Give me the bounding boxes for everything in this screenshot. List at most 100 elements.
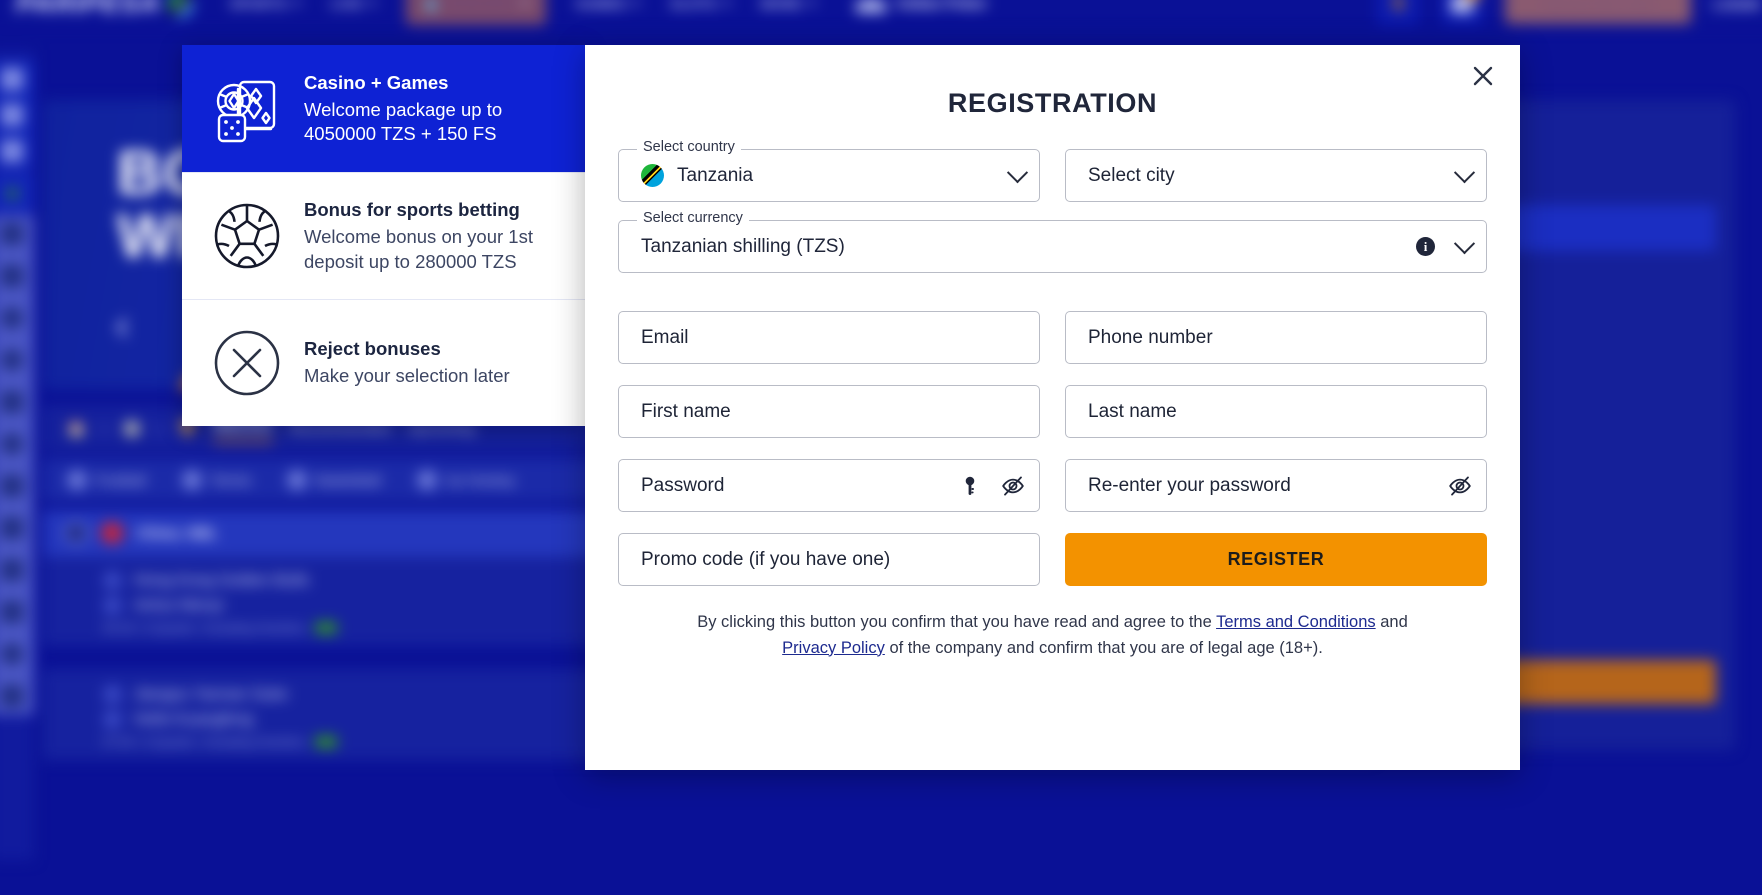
header-registration-button[interactable]: REGISTRATION: [1505, 0, 1692, 24]
last-name-field[interactable]: Last name: [1065, 385, 1487, 438]
banner-prev-arrow[interactable]: ‹: [115, 300, 130, 350]
gift-button[interactable]: 3: [1441, 0, 1484, 25]
eye-off-icon[interactable]: [1001, 475, 1025, 497]
brand-logo[interactable]: PARIPESA: [16, 0, 195, 19]
last-name-placeholder: Last name: [1088, 400, 1177, 422]
password-trailing: [961, 475, 1025, 497]
volleyball-rail-icon[interactable]: [1, 433, 23, 455]
info-icon[interactable]: i: [1416, 237, 1435, 256]
team-logo-icon: [103, 596, 122, 615]
city-select[interactable]: Select city: [1065, 149, 1487, 202]
chevron-down-icon[interactable]: [1453, 233, 1476, 255]
country-trailing: [1006, 162, 1029, 184]
basketball-rail-icon[interactable]: [1, 307, 23, 329]
chevron-down-icon[interactable]: [1453, 162, 1476, 184]
bonus-card-description: Welcome package up to 4050000 TZS + 150 …: [304, 98, 503, 145]
left-icon-rail[interactable]: [0, 50, 34, 860]
terms-and-conditions-link[interactable]: Terms and Conditions: [1216, 613, 1376, 631]
eye-off-icon[interactable]: [1448, 475, 1472, 497]
password-field-wrapper: Password: [618, 459, 1040, 512]
table-tennis-rail-icon[interactable]: [1, 475, 23, 497]
country-label: Select country: [637, 140, 741, 155]
breadcrumb-sport-icon[interactable]: ⚽: [123, 420, 142, 438]
ice-hockey-rail-icon[interactable]: [1, 391, 23, 413]
currency-button[interactable]: $: [1377, 0, 1420, 25]
bonus-card-title: Bonus for sports betting: [304, 199, 520, 221]
promo-code-placeholder: Promo code (if you have one): [641, 548, 891, 570]
phone-placeholder: Phone number: [1088, 326, 1213, 348]
promo-field-wrapper: Promo code (if you have one): [618, 533, 1040, 586]
live-dot-icon: [7, 188, 17, 198]
first-name-field[interactable]: First name: [618, 385, 1040, 438]
currency-select[interactable]: Select currency Tanzanian shilling (TZS)…: [618, 211, 1487, 273]
key-icon[interactable]: [961, 476, 979, 496]
bonus-card-body: Bonus for sports betting Welcome bonus o…: [304, 198, 560, 274]
nav-item-bonuses[interactable]: 💧 BONUSES: [406, 0, 546, 25]
country-select[interactable]: Select country Tanzania: [618, 140, 1040, 202]
sport-filter-ice-hockey[interactable]: Ice Hockey: [416, 470, 515, 490]
home-icon[interactable]: 🏠: [67, 420, 86, 438]
password-field[interactable]: Password: [618, 459, 1040, 512]
live-score-badge: [314, 622, 337, 634]
country-value: Tanzania: [641, 164, 753, 187]
nav-item-live[interactable]: LIVE: [331, 0, 377, 11]
promo-code-field[interactable]: Promo code (if you have one): [618, 533, 1040, 586]
repeat-password-field[interactable]: Re-enter your password: [1065, 459, 1487, 512]
chevron-down-icon: [722, 1, 731, 6]
bonus-card-sports-betting[interactable]: Bonus for sports betting Welcome bonus o…: [182, 172, 586, 299]
main-nav[interactable]: SPORTS LIVE 💧 BONUSES GAMES SLOTS MORE: [230, 0, 817, 25]
nav-item-slots[interactable]: SLOTS: [670, 0, 731, 11]
chevron-down-icon: [808, 1, 817, 6]
register-button[interactable]: REGISTER: [1065, 533, 1487, 586]
phone-field-wrapper: Phone number: [1065, 311, 1487, 364]
currency-value: Tanzanian shilling (TZS): [641, 235, 845, 257]
gift-drop-icon: 💧: [423, 0, 441, 11]
boxing-rail-icon[interactable]: [1, 517, 23, 539]
sport-filter-football[interactable]: Football: [67, 470, 146, 490]
count-badge-icon[interactable]: [1, 223, 23, 245]
first-name-field-wrapper: First name: [618, 385, 1040, 438]
terms-text-after: of the company and confirm that you are …: [884, 638, 1323, 657]
row-passwords: Password Re-enter your password: [618, 459, 1487, 512]
ice-hockey-icon: [416, 470, 437, 490]
esports-rail-icon[interactable]: [1, 559, 23, 581]
first-name-placeholder: First name: [641, 400, 731, 422]
nav-item-games[interactable]: GAMES: [576, 0, 641, 11]
nav-item-indian-poker[interactable]: Indian Poker: [856, 0, 987, 13]
close-icon[interactable]: [1464, 57, 1502, 95]
bonus-card-body: Casino + Games Welcome package up to 405…: [304, 71, 560, 147]
header-login-button[interactable]: LOGIN: [1713, 0, 1760, 12]
reject-circle-x-icon: [206, 322, 288, 404]
gift-icon: [1451, 0, 1474, 13]
crown-icon: [856, 0, 887, 13]
phone-field[interactable]: Phone number: [1065, 311, 1487, 364]
bonus-card-reject-bonuses[interactable]: Reject bonuses Make your selection later: [182, 299, 586, 426]
row-country-city: Select country Tanzania Select city: [618, 140, 1487, 202]
tanzania-flag-icon: [641, 164, 664, 187]
thumbs-up-icon[interactable]: [1, 68, 23, 90]
sport-filter-tennis[interactable]: Tennis: [181, 470, 251, 490]
privacy-policy-link[interactable]: Privacy Policy: [782, 639, 885, 657]
football-rail-icon[interactable]: [1, 265, 23, 287]
registration-form: Select country Tanzania Select city Sele…: [585, 119, 1520, 661]
country-field-wrapper: Select country Tanzania: [618, 140, 1040, 202]
baseball-rail-icon[interactable]: [1, 643, 23, 665]
bonus-card-casino-games[interactable]: Casino + Games Welcome package up to 405…: [182, 45, 586, 172]
terms-notice: By clicking this button you confirm that…: [618, 586, 1487, 661]
sport-filter-basketball[interactable]: Basketball: [287, 470, 381, 490]
casino-cards-chip-dice-icon: [206, 68, 288, 150]
live-score-badge: [314, 736, 337, 748]
search-rail-icon[interactable]: [1, 685, 23, 707]
trophy-icon[interactable]: [1, 104, 23, 126]
darts-rail-icon[interactable]: [1, 601, 23, 623]
nav-item-more[interactable]: MORE: [761, 0, 817, 11]
football-icon: [206, 195, 288, 277]
password-placeholder: Password: [641, 474, 725, 496]
tennis-rail-icon[interactable]: [1, 349, 23, 371]
nav-item-sports[interactable]: SPORTS: [230, 0, 302, 11]
chevron-down-icon[interactable]: [1006, 162, 1029, 184]
terms-text-middle: and: [1375, 613, 1408, 631]
email-field[interactable]: Email: [618, 311, 1040, 364]
last-name-field-wrapper: Last name: [1065, 385, 1487, 438]
ribbon-icon[interactable]: [1, 140, 23, 162]
